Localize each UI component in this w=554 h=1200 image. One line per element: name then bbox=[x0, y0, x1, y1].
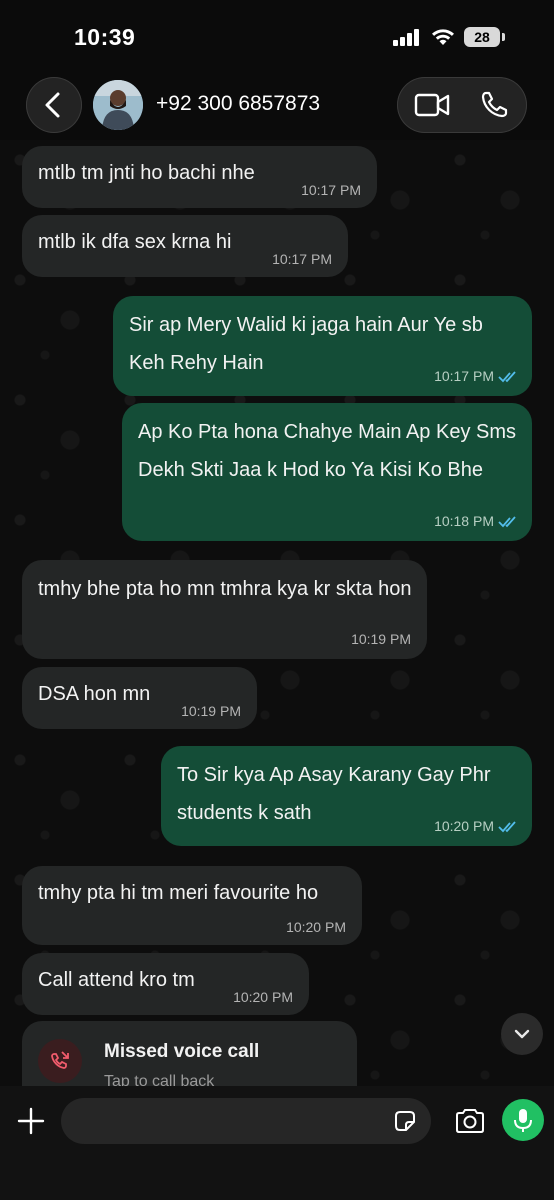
phone-icon bbox=[481, 91, 508, 118]
message-time: 10:20 PM bbox=[434, 818, 494, 834]
message-time: 10:20 PM bbox=[286, 919, 346, 935]
wifi-icon bbox=[432, 29, 454, 45]
message-incoming[interactable]: mtlb ik dfa sex krna hi 10:17 PM bbox=[22, 215, 348, 277]
voice-call-button[interactable] bbox=[465, 77, 527, 133]
message-time: 10:20 PM bbox=[233, 989, 293, 1005]
chevron-left-icon bbox=[45, 92, 60, 118]
person-photo bbox=[93, 80, 143, 130]
contact-name[interactable]: +92 300 6857873 bbox=[156, 92, 320, 116]
missed-call-title: Missed voice call bbox=[104, 1041, 260, 1062]
missed-call-card[interactable]: Missed voice call Tap to call back bbox=[22, 1021, 357, 1091]
message-incoming[interactable]: DSA hon mn 10:19 PM bbox=[22, 667, 257, 729]
message-outgoing[interactable]: Sir ap Mery Walid ki jaga hain Aur Ye sb… bbox=[113, 296, 532, 396]
double-check-icon bbox=[498, 516, 516, 528]
message-input[interactable] bbox=[61, 1098, 431, 1144]
sticker-icon bbox=[395, 1111, 415, 1131]
camera-button[interactable] bbox=[453, 1106, 487, 1136]
message-time: 10:17 PM bbox=[272, 251, 332, 267]
status-time: 10:39 bbox=[74, 24, 136, 50]
avatar[interactable] bbox=[93, 80, 143, 130]
sticker-button[interactable] bbox=[392, 1108, 418, 1134]
missed-call-icon bbox=[38, 1039, 82, 1083]
message-time: 10:19 PM bbox=[181, 703, 241, 719]
battery-indicator: 28 bbox=[464, 27, 500, 47]
video-call-button[interactable] bbox=[397, 77, 465, 133]
message-time: 10:17 PM bbox=[301, 182, 361, 198]
video-camera-icon bbox=[414, 93, 450, 117]
message-time: 10:18 PM bbox=[434, 513, 494, 529]
message-incoming[interactable]: mtlb tm jnti ho bachi nhe 10:17 PM bbox=[22, 146, 377, 208]
attach-button[interactable] bbox=[14, 1104, 48, 1138]
cellular-signal-icon bbox=[393, 28, 421, 46]
message-text: tmhy pta hi tm meri favourite ho bbox=[38, 882, 319, 904]
call-actions bbox=[397, 77, 527, 133]
back-button[interactable] bbox=[26, 77, 82, 133]
message-outgoing[interactable]: To Sir kya Ap Asay Karany Gay Phr studen… bbox=[161, 746, 532, 846]
composer-bar bbox=[0, 1086, 554, 1200]
camera-icon bbox=[456, 1109, 484, 1133]
chat-header: +92 300 6857873 bbox=[0, 70, 554, 140]
voice-record-button[interactable] bbox=[502, 1099, 544, 1141]
double-check-icon bbox=[498, 821, 516, 833]
message-time: 10:19 PM bbox=[351, 631, 411, 647]
microphone-icon bbox=[514, 1109, 532, 1132]
message-incoming[interactable]: tmhy pta hi tm meri favourite ho 10:20 P… bbox=[22, 866, 362, 945]
message-text: Ap Ko Pta hona Chahye Main Ap Key Sms De… bbox=[138, 421, 516, 481]
message-time: 10:17 PM bbox=[434, 368, 494, 384]
scroll-to-bottom-button[interactable] bbox=[501, 1013, 543, 1055]
chevron-down-icon bbox=[514, 1029, 530, 1039]
message-incoming[interactable]: Call attend kro tm 10:20 PM bbox=[22, 953, 309, 1015]
double-check-icon bbox=[498, 371, 516, 383]
plus-icon bbox=[17, 1107, 45, 1135]
message-outgoing[interactable]: Ap Ko Pta hona Chahye Main Ap Key Sms De… bbox=[122, 403, 532, 541]
status-bar: 10:39 28 bbox=[0, 0, 554, 70]
battery-nub bbox=[502, 33, 505, 41]
message-text: tmhy bhe pta ho mn tmhra kya kr skta hon bbox=[38, 578, 412, 600]
message-incoming[interactable]: tmhy bhe pta ho mn tmhra kya kr skta hon… bbox=[22, 560, 427, 659]
